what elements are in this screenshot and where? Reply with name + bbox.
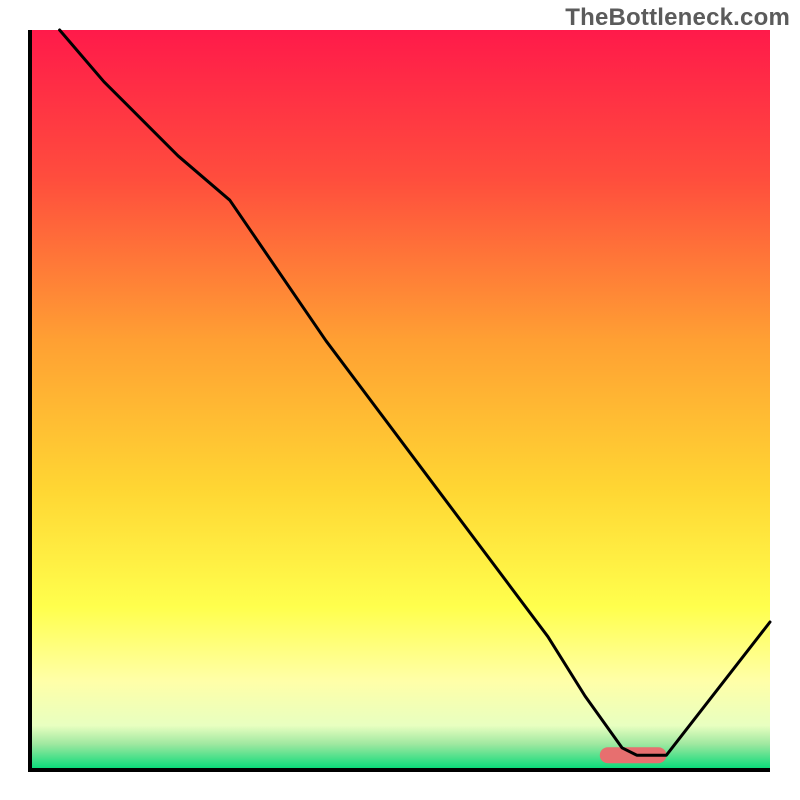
plot-background <box>30 30 770 770</box>
bottleneck-chart <box>0 0 800 800</box>
chart-container: TheBottleneck.com <box>0 0 800 800</box>
watermark-text: TheBottleneck.com <box>565 4 790 32</box>
